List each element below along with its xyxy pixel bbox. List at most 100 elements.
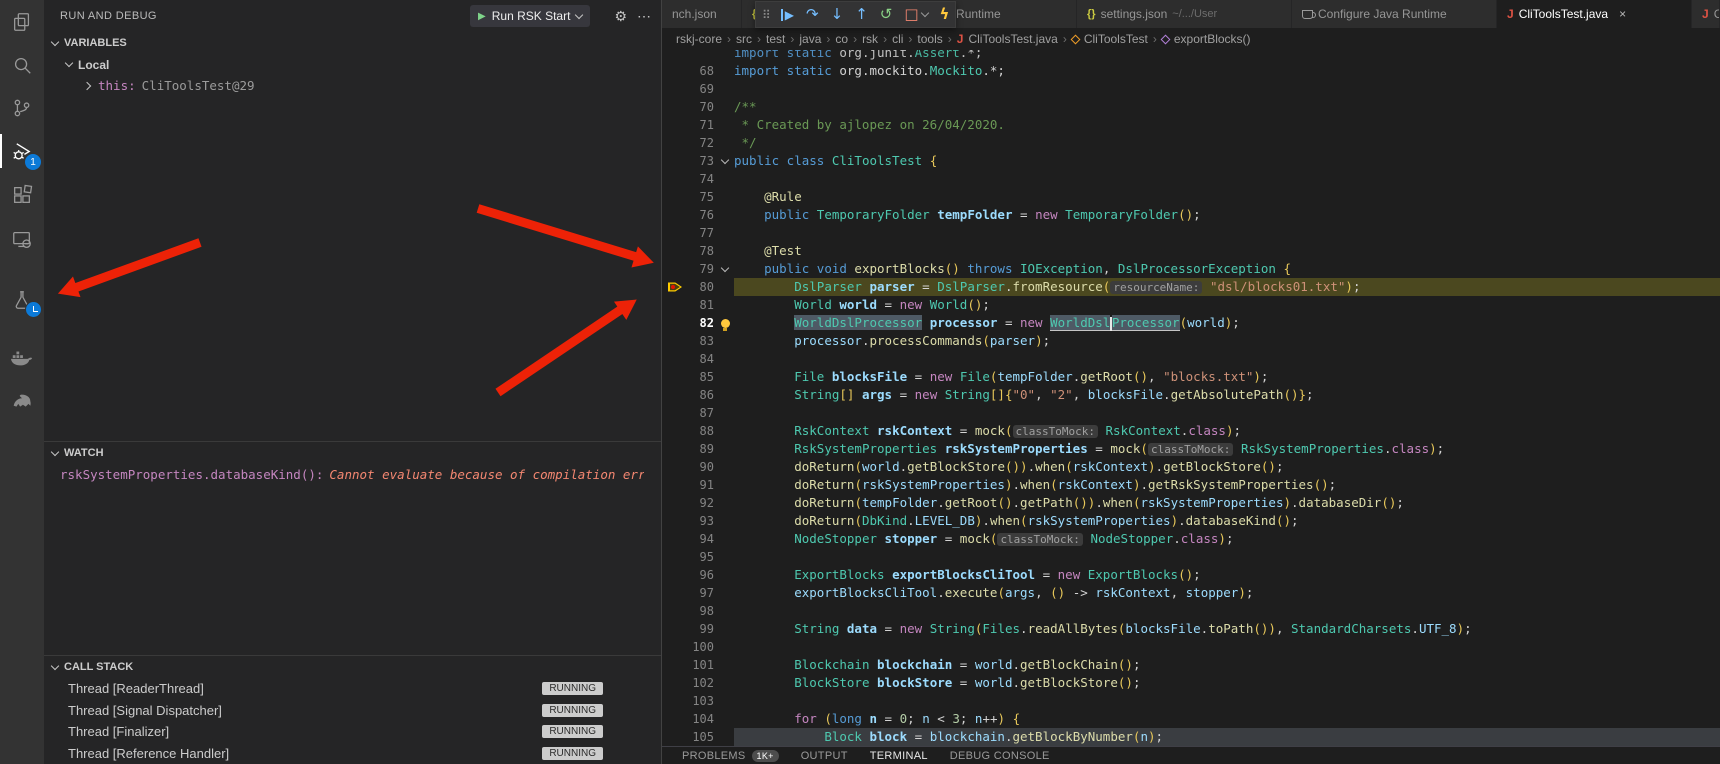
code-line[interactable]: 70/** bbox=[662, 98, 1720, 116]
call-stack-thread-row[interactable]: Thread [ReaderThread]RUNNING bbox=[44, 678, 661, 700]
glyph-margin[interactable] bbox=[662, 692, 688, 710]
code-line[interactable]: 79 public void exportBlocks() throws IOE… bbox=[662, 260, 1720, 278]
code-line[interactable]: 78 @Test bbox=[662, 242, 1720, 260]
fold-chevron-icon[interactable] bbox=[721, 263, 729, 271]
restart-button[interactable]: ↺ bbox=[880, 7, 893, 22]
code-line[interactable]: 82 WorldDslProcessor processor = new Wor… bbox=[662, 314, 1720, 332]
glyph-margin[interactable] bbox=[662, 386, 688, 404]
glyph-margin[interactable] bbox=[662, 602, 688, 620]
glyph-margin[interactable] bbox=[662, 50, 688, 62]
code-line[interactable]: 90 doReturn(world.getBlockStore()).when(… bbox=[662, 458, 1720, 476]
stop-button[interactable]: □ bbox=[904, 7, 918, 22]
breadcrumb-item[interactable]: co bbox=[835, 32, 848, 46]
code-line[interactable]: 93 doReturn(DbKind.LEVEL_DB).when(rskSys… bbox=[662, 512, 1720, 530]
glyph-margin[interactable] bbox=[662, 638, 688, 656]
fold-margin[interactable] bbox=[716, 296, 734, 314]
extensions-icon[interactable] bbox=[0, 173, 44, 217]
run-config-dropdown[interactable]: ▶ Run RSK Start bbox=[470, 5, 590, 27]
more-actions-icon[interactable]: ⋯ bbox=[637, 8, 651, 25]
glyph-margin[interactable] bbox=[662, 188, 688, 206]
code-line[interactable]: 76 public TemporaryFolder tempFolder = n… bbox=[662, 206, 1720, 224]
continue-button[interactable]: ▶ bbox=[781, 9, 794, 21]
code-line[interactable]: 69 bbox=[662, 80, 1720, 98]
lightbulb-icon[interactable] bbox=[721, 319, 730, 328]
source-control-icon[interactable] bbox=[0, 86, 44, 130]
glyph-margin[interactable] bbox=[662, 134, 688, 152]
code-line[interactable]: 102 BlockStore blockStore = world.getBlo… bbox=[662, 674, 1720, 692]
fold-margin[interactable] bbox=[716, 188, 734, 206]
fold-chevron-icon[interactable] bbox=[721, 155, 729, 163]
glyph-margin[interactable] bbox=[662, 278, 688, 296]
fold-margin[interactable] bbox=[716, 278, 734, 296]
code-line[interactable]: 68import static org.mockito.Mockito.*; bbox=[662, 62, 1720, 80]
fold-margin[interactable] bbox=[716, 692, 734, 710]
code-line[interactable]: 94 NodeStopper stopper = mock(classToMoc… bbox=[662, 530, 1720, 548]
glyph-margin[interactable] bbox=[662, 62, 688, 80]
code-line[interactable]: 99 String data = new String(Files.readAl… bbox=[662, 620, 1720, 638]
fold-margin[interactable] bbox=[716, 476, 734, 494]
fold-margin[interactable] bbox=[716, 62, 734, 80]
call-stack-thread-row[interactable]: Thread [Finalizer]RUNNING bbox=[44, 721, 661, 743]
breadcrumb-item[interactable]: rskj-core bbox=[676, 32, 722, 46]
fold-margin[interactable] bbox=[716, 242, 734, 260]
hot-code-replace-icon[interactable]: ϟ bbox=[940, 7, 950, 22]
glyph-margin[interactable] bbox=[662, 584, 688, 602]
fold-margin[interactable] bbox=[716, 656, 734, 674]
fold-margin[interactable] bbox=[716, 170, 734, 188]
fold-margin[interactable] bbox=[716, 548, 734, 566]
fold-margin[interactable] bbox=[716, 422, 734, 440]
code-line[interactable]: 87 bbox=[662, 404, 1720, 422]
toolbar-drag-handle[interactable]: ⠿ bbox=[762, 9, 769, 21]
breadcrumb-item[interactable]: CliToolsTest.java bbox=[968, 32, 1057, 46]
glyph-margin[interactable] bbox=[662, 170, 688, 188]
glyph-margin[interactable] bbox=[662, 350, 688, 368]
stop-chevron-icon[interactable] bbox=[920, 9, 928, 17]
docker-icon[interactable] bbox=[0, 336, 44, 380]
explorer-icon[interactable] bbox=[0, 0, 44, 44]
glyph-margin[interactable] bbox=[662, 656, 688, 674]
code-line[interactable]: 98 bbox=[662, 602, 1720, 620]
code-line[interactable]: 97 exportBlocksCliTool.execute(args, () … bbox=[662, 584, 1720, 602]
breadcrumb-item[interactable]: test bbox=[766, 32, 785, 46]
code-line[interactable]: 105 Block block = blockchain.getBlockByN… bbox=[662, 728, 1720, 746]
glyph-margin[interactable] bbox=[662, 80, 688, 98]
fold-margin[interactable] bbox=[716, 224, 734, 242]
fold-margin[interactable] bbox=[716, 350, 734, 368]
glyph-margin[interactable] bbox=[662, 296, 688, 314]
code-line[interactable]: 83 processor.processCommands(parser); bbox=[662, 332, 1720, 350]
code-line[interactable]: 88 RskContext rskContext = mock(classToM… bbox=[662, 422, 1720, 440]
breadcrumb-item[interactable]: cli bbox=[892, 32, 903, 46]
glyph-margin[interactable] bbox=[662, 566, 688, 584]
code-line[interactable]: 81 World world = new World(); bbox=[662, 296, 1720, 314]
glyph-margin[interactable] bbox=[662, 206, 688, 224]
glyph-margin[interactable] bbox=[662, 260, 688, 278]
code-line[interactable]: 95 bbox=[662, 548, 1720, 566]
code-line[interactable]: 101 Blockchain blockchain = world.getBlo… bbox=[662, 656, 1720, 674]
fold-margin[interactable] bbox=[716, 332, 734, 350]
code-line[interactable]: 74 bbox=[662, 170, 1720, 188]
run-and-debug-icon[interactable]: 1 bbox=[0, 129, 44, 173]
fold-margin[interactable] bbox=[716, 602, 734, 620]
code-line[interactable]: 103 bbox=[662, 692, 1720, 710]
fold-margin[interactable] bbox=[716, 386, 734, 404]
glyph-margin[interactable] bbox=[662, 314, 688, 332]
call-stack-thread-row[interactable]: Thread [Reference Handler]RUNNING bbox=[44, 743, 661, 764]
glyph-margin[interactable] bbox=[662, 422, 688, 440]
panel-tab-terminal[interactable]: TERMINAL bbox=[870, 750, 928, 764]
fold-margin[interactable] bbox=[716, 728, 734, 746]
fold-margin[interactable] bbox=[716, 530, 734, 548]
fold-margin[interactable] bbox=[716, 80, 734, 98]
code-line[interactable]: 75 @Rule bbox=[662, 188, 1720, 206]
glyph-margin[interactable] bbox=[662, 710, 688, 728]
glyph-margin[interactable] bbox=[662, 116, 688, 134]
step-over-button[interactable]: ↷ bbox=[806, 7, 819, 22]
fold-margin[interactable] bbox=[716, 152, 734, 170]
glyph-margin[interactable] bbox=[662, 530, 688, 548]
variable-this-row[interactable]: this: CliToolsTest@29 bbox=[44, 75, 661, 96]
fold-margin[interactable] bbox=[716, 134, 734, 152]
tab-nch-json[interactable]: nch.json bbox=[662, 0, 742, 28]
fold-margin[interactable] bbox=[716, 314, 734, 332]
code-line[interactable]: 91 doReturn(rskSystemProperties).when(rs… bbox=[662, 476, 1720, 494]
gradle-icon[interactable] bbox=[0, 380, 44, 424]
fold-margin[interactable] bbox=[716, 50, 734, 62]
